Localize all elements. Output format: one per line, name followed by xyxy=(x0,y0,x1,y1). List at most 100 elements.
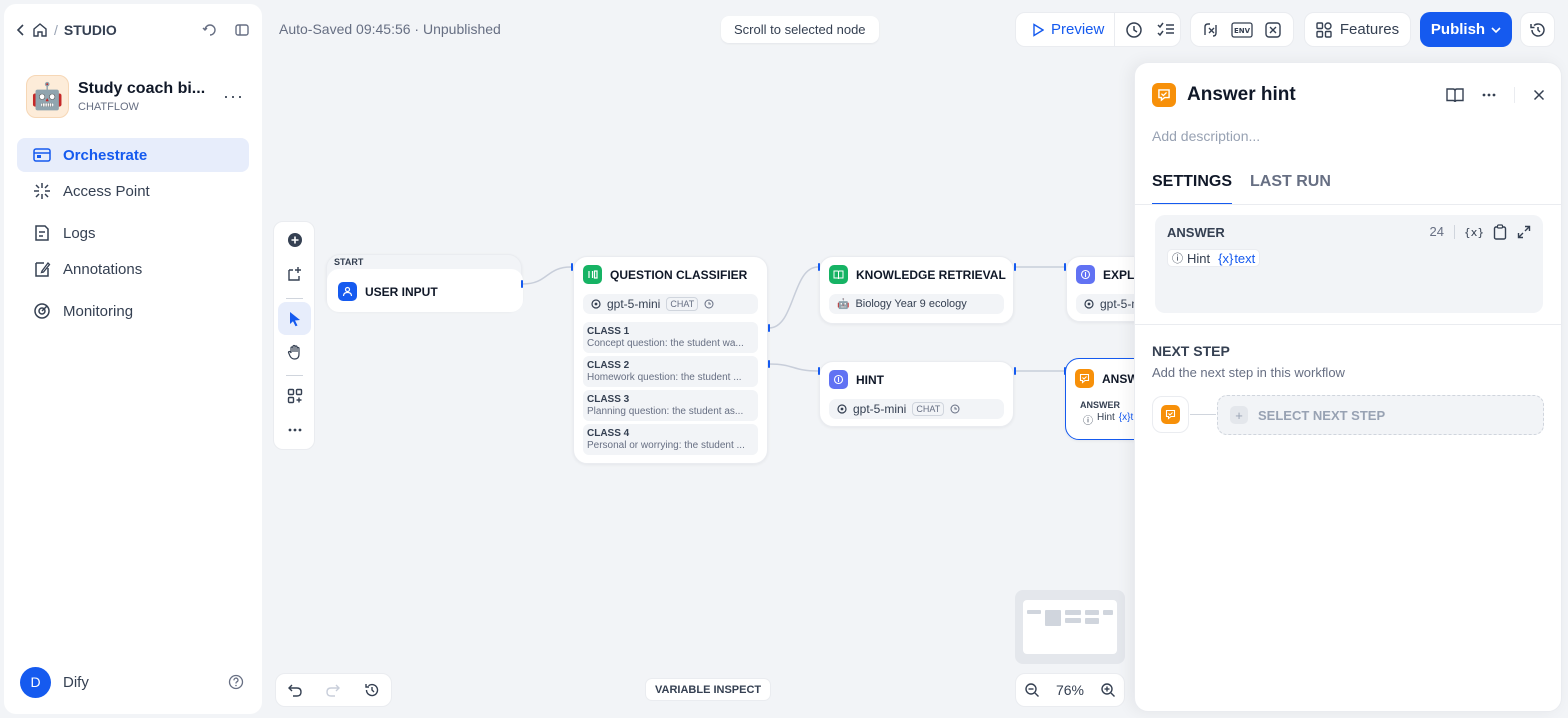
class-2-output-handle[interactable] xyxy=(768,360,770,368)
insert-variable-icon[interactable]: {x} xyxy=(1465,225,1483,239)
model-settings-icon xyxy=(704,299,714,309)
model-name: gpt-5-mini xyxy=(607,297,661,311)
hand-icon xyxy=(287,344,303,360)
minimap[interactable] xyxy=(1015,590,1125,664)
llm-icon xyxy=(829,370,848,389)
node-output-handle[interactable] xyxy=(1014,263,1016,271)
variable-prefix: {x} xyxy=(1118,412,1131,423)
variable-name: text xyxy=(1234,250,1256,266)
class-item: CLASS 4 Personal or worrying: the studen… xyxy=(583,424,758,455)
book-icon xyxy=(829,265,848,284)
answer-editor[interactable]: ANSWER 24 {x} ⓘ Hint {x} text xyxy=(1155,215,1543,313)
class-title: CLASS 4 xyxy=(587,428,630,439)
model-chip: gpt-5-mini CHAT xyxy=(583,294,758,314)
openai-icon xyxy=(837,404,847,414)
variable-prefix: {x} xyxy=(1218,250,1234,266)
class-item: CLASS 2 Homework question: the student .… xyxy=(583,356,758,387)
variable-name: t xyxy=(1130,412,1134,423)
node-input-handle[interactable] xyxy=(818,263,820,271)
model-tag: CHAT xyxy=(666,297,699,311)
tab-settings[interactable]: SETTINGS xyxy=(1152,173,1233,205)
more-horizontal-icon[interactable] xyxy=(1482,93,1496,97)
add-node-button[interactable] xyxy=(278,223,311,256)
undo-icon[interactable] xyxy=(287,683,303,697)
model-name: gpt-5-mini xyxy=(853,402,907,416)
answer-variable: ⓘ Hint {x} t xyxy=(1083,412,1133,427)
select-next-step-button[interactable]: + SELECT NEXT STEP xyxy=(1217,395,1544,435)
node-input-handle[interactable] xyxy=(571,263,573,271)
class-title: CLASS 1 xyxy=(587,326,630,337)
model-settings-icon xyxy=(950,404,960,414)
model-tag: CHAT xyxy=(912,402,945,416)
hint-llm-node[interactable]: HINT gpt-5-mini CHAT xyxy=(819,361,1014,427)
dataset-robot-icon: 🤖 xyxy=(837,298,850,310)
svg-text:{x}: {x} xyxy=(1465,226,1483,239)
node-title: USER INPUT xyxy=(365,284,438,299)
close-icon[interactable] xyxy=(1533,89,1545,101)
node-input-handle[interactable] xyxy=(818,367,820,375)
answer-icon xyxy=(1152,83,1176,107)
hint-variable-icon: ⓘ xyxy=(1083,416,1093,427)
question-classifier-node[interactable]: QUESTION CLASSIFIER gpt-5-mini CHAT CLAS… xyxy=(573,256,768,464)
copy-icon[interactable] xyxy=(1493,224,1507,240)
layout-grid-icon xyxy=(287,388,303,404)
next-step-title: NEXT STEP xyxy=(1152,343,1230,359)
add-note-button[interactable] xyxy=(278,257,311,290)
description-input[interactable]: Add description... xyxy=(1152,128,1260,144)
classifier-icon xyxy=(583,265,602,284)
node-title: QUESTION CLASSIFIER xyxy=(610,267,748,282)
class-description: Planning question: the student as... xyxy=(587,406,744,417)
class-1-output-handle[interactable] xyxy=(768,324,770,332)
answer-editor-label: ANSWER xyxy=(1167,225,1225,240)
expand-icon[interactable] xyxy=(1517,225,1531,239)
node-settings-panel: Answer hint Add description... SETTINGS … xyxy=(1134,62,1562,712)
tab-last-run[interactable]: LAST RUN xyxy=(1250,173,1331,205)
undo-redo-controls xyxy=(275,673,392,707)
node-input-handle[interactable] xyxy=(1064,263,1066,271)
zoom-level[interactable]: 76% xyxy=(1056,682,1084,698)
zoom-in-icon[interactable] xyxy=(1100,682,1116,698)
knowledge-retrieval-node[interactable]: KNOWLEDGE RETRIEVAL 🤖 Biology Year 9 eco… xyxy=(819,256,1014,324)
variable-node: Hint xyxy=(1187,250,1211,266)
llm-icon xyxy=(1076,265,1095,284)
variable-inspect-button[interactable]: VARIABLE INSPECT xyxy=(645,678,772,701)
plus-icon: + xyxy=(1230,406,1248,424)
divider xyxy=(1135,324,1561,325)
class-title: CLASS 3 xyxy=(587,394,630,405)
openai-icon xyxy=(591,299,601,309)
class-description: Personal or worrying: the student ... xyxy=(587,440,745,451)
panel-tabs: SETTINGS LAST RUN xyxy=(1152,173,1561,205)
node-output-handle[interactable] xyxy=(1014,367,1016,375)
plus-circle-icon xyxy=(287,232,303,248)
hand-mode-button[interactable] xyxy=(278,335,311,368)
node-input-handle[interactable] xyxy=(1064,367,1066,375)
answer-icon xyxy=(1161,405,1180,424)
cursor-icon xyxy=(288,311,302,327)
model-chip: gpt-5-mini CHAT xyxy=(829,399,1004,419)
more-tools-button[interactable] xyxy=(278,413,311,446)
current-node-badge xyxy=(1152,396,1189,433)
answer-label: ANSWER xyxy=(1080,400,1120,410)
redo-icon[interactable] xyxy=(325,683,341,697)
class-item: CLASS 1 Concept question: the student wa… xyxy=(583,322,758,353)
history-icon[interactable] xyxy=(364,682,380,698)
variable-pill[interactable]: ⓘ Hint {x} text xyxy=(1167,249,1261,267)
node-output-handle[interactable] xyxy=(521,280,523,288)
organize-nodes-button[interactable] xyxy=(278,379,311,412)
character-count: 24 xyxy=(1430,225,1455,239)
start-label: START xyxy=(334,257,364,267)
divider xyxy=(1135,204,1561,205)
zoom-controls: 76% xyxy=(1015,673,1125,707)
pointer-mode-button[interactable] xyxy=(278,302,311,335)
divider xyxy=(1514,87,1515,103)
divider xyxy=(286,375,303,376)
dataset-name: Biology Year 9 ecology xyxy=(855,298,967,310)
docs-book-icon[interactable] xyxy=(1446,87,1464,103)
connector-line xyxy=(1190,414,1216,415)
class-title: CLASS 2 xyxy=(587,360,630,371)
node-title: HINT xyxy=(856,372,884,387)
openai-icon xyxy=(1084,299,1094,309)
zoom-out-icon[interactable] xyxy=(1024,682,1040,698)
start-node[interactable]: START USER INPUT xyxy=(326,254,523,312)
panel-title[interactable]: Answer hint xyxy=(1187,84,1296,106)
